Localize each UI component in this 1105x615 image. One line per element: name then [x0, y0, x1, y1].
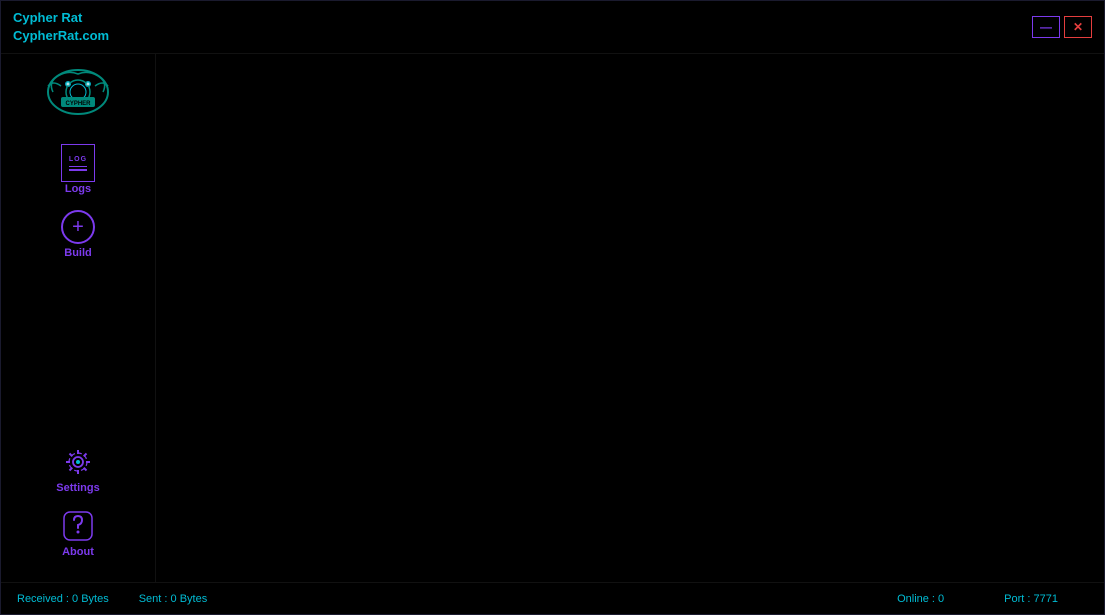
build-icon: +: [60, 209, 96, 245]
build-label: Build: [64, 247, 92, 259]
port-status: Port : 7771: [1004, 593, 1058, 605]
sidebar: CYPHER LOG: [1, 54, 156, 582]
settings-label: Settings: [56, 482, 99, 494]
app-logo: CYPHER: [43, 64, 113, 129]
window-controls: — ✕: [1032, 16, 1092, 38]
received-status: Received : 0 Bytes: [17, 593, 109, 605]
online-status: Online : 0: [897, 593, 944, 605]
sent-status: Sent : 0 Bytes: [139, 593, 207, 605]
content-area: [156, 54, 1104, 582]
close-button[interactable]: ✕: [1064, 16, 1092, 38]
logs-label: Logs: [65, 183, 91, 195]
minimize-button[interactable]: —: [1032, 16, 1060, 38]
status-right: Online : 0 Port : 7771: [897, 593, 1088, 605]
settings-icon: [60, 444, 96, 480]
sidebar-item-build[interactable]: + Build: [60, 209, 96, 259]
app-title: Cypher Rat CypherRat.com: [13, 9, 109, 45]
main-area: CYPHER LOG: [1, 54, 1104, 582]
status-bar: Received : 0 Bytes Sent : 0 Bytes Online…: [1, 582, 1104, 614]
app-window: Cypher Rat CypherRat.com — ✕: [0, 0, 1105, 615]
sidebar-item-about[interactable]: About: [60, 508, 96, 558]
about-icon: [60, 508, 96, 544]
title-bar: Cypher Rat CypherRat.com — ✕: [1, 1, 1104, 54]
sidebar-item-settings[interactable]: Settings: [56, 444, 99, 494]
logs-icon: LOG: [60, 145, 96, 181]
sidebar-item-logs[interactable]: LOG Logs: [60, 145, 96, 195]
svg-text:CYPHER: CYPHER: [65, 101, 91, 107]
about-label: About: [62, 546, 94, 558]
